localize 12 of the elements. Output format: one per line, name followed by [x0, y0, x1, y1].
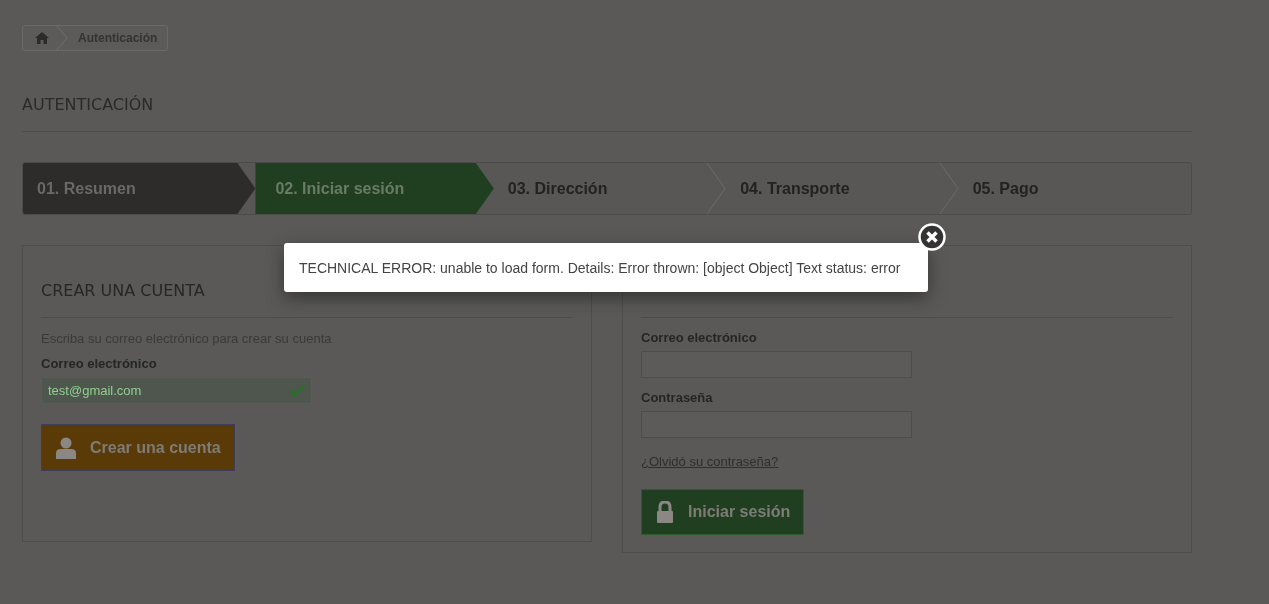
- user-icon: [56, 436, 76, 459]
- step-divider: [706, 163, 727, 214]
- email-field[interactable]: test@gmail.com: [41, 377, 312, 404]
- checkout-step[interactable]: 01. Resumen: [23, 163, 256, 214]
- step-divider: [938, 163, 959, 214]
- error-message: TECHNICAL ERROR: unable to load form. Details: Error thrown: [object Object] Text status: error: [299, 259, 901, 276]
- close-icon[interactable]: [918, 223, 946, 251]
- login-button[interactable]: Iniciar sesión: [641, 489, 805, 535]
- create-account-button[interactable]: Crear una cuenta: [41, 424, 235, 471]
- lock-icon: [656, 501, 674, 523]
- check-icon: [289, 384, 306, 397]
- checkout-step[interactable]: 02. Iniciar sesión: [255, 163, 494, 214]
